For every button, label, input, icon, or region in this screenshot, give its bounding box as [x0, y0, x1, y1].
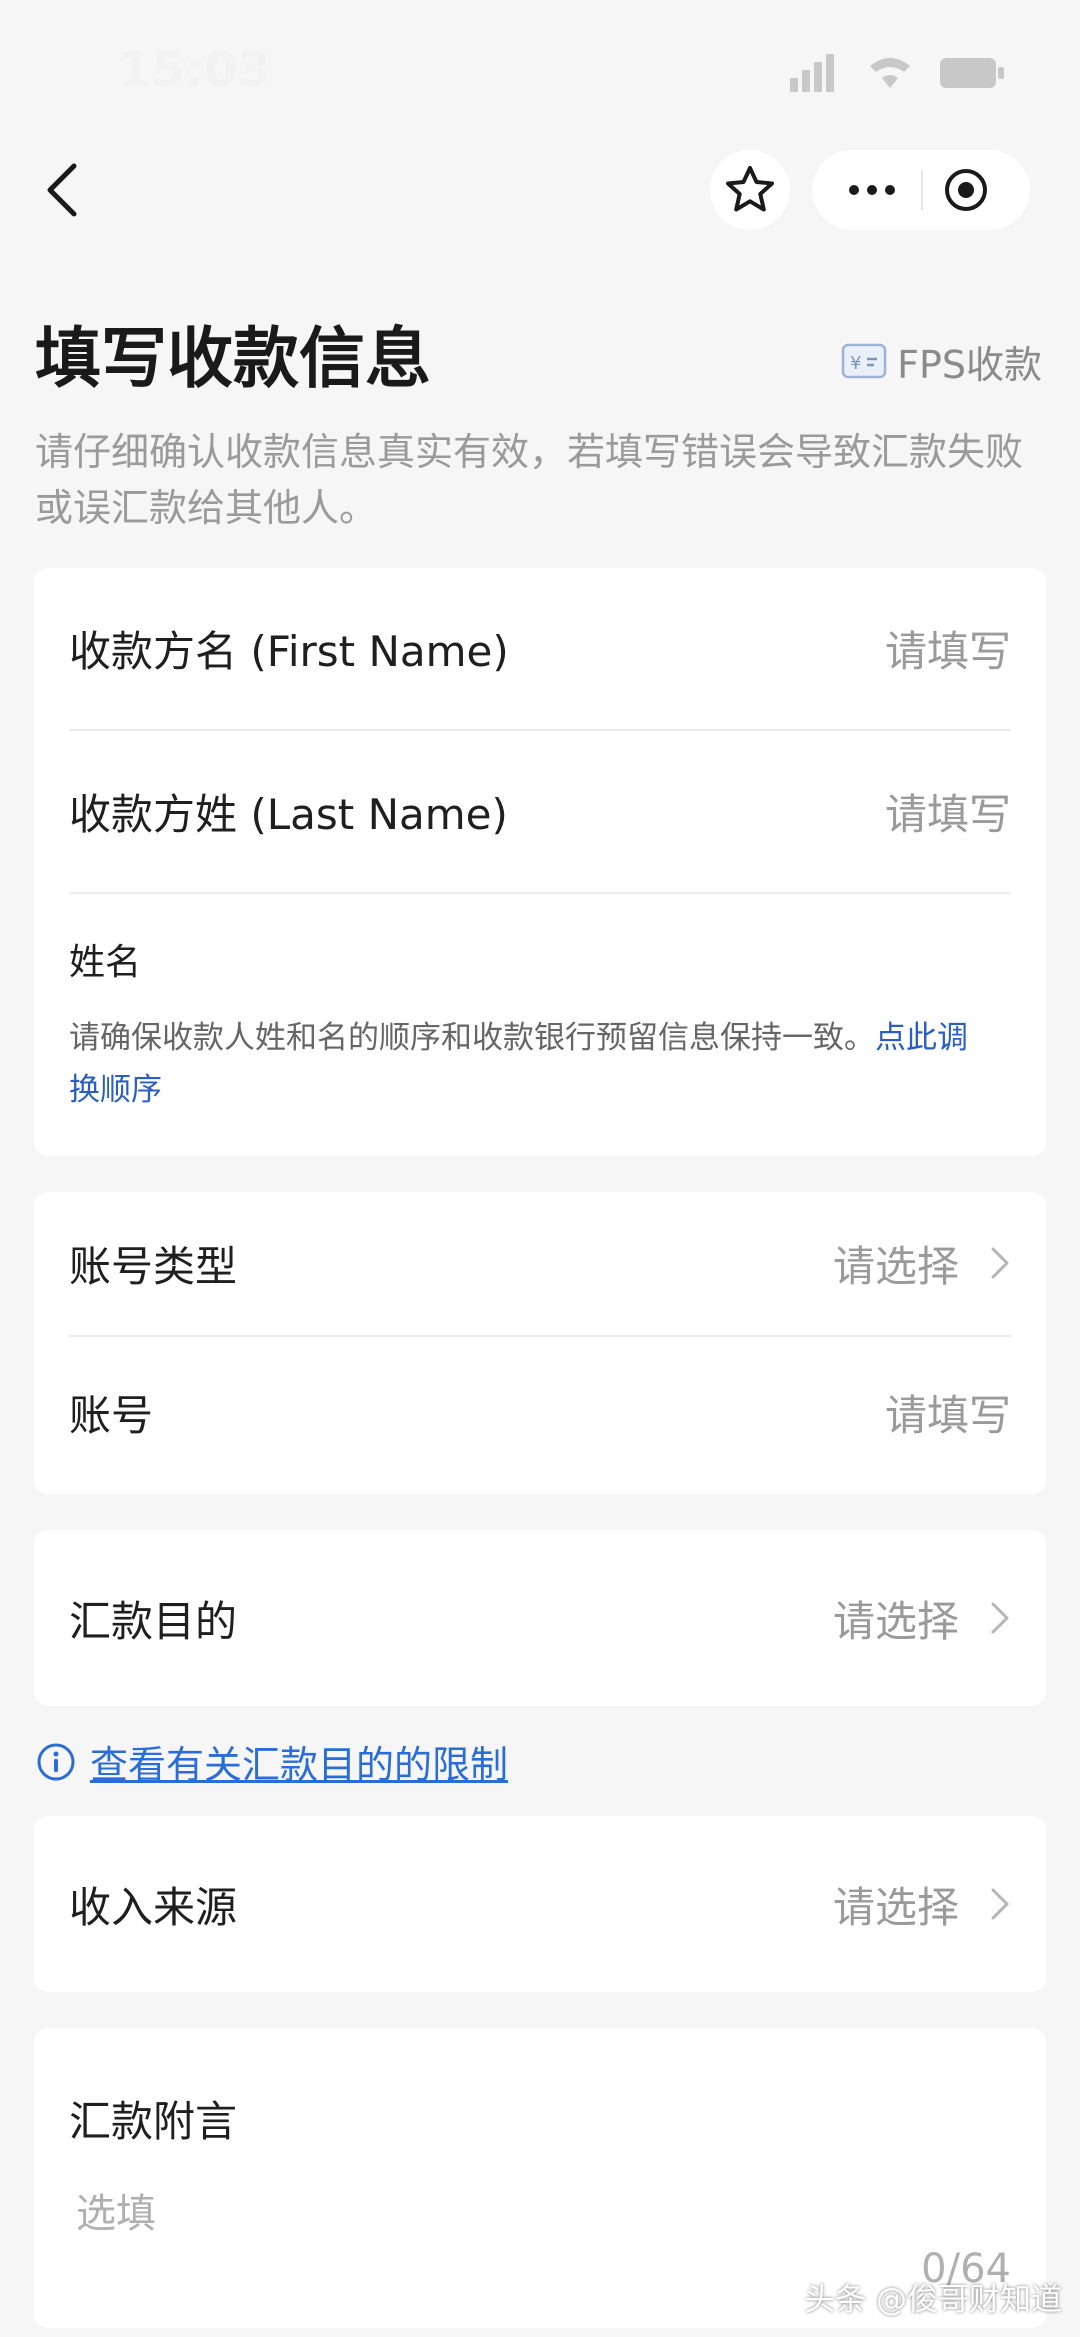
- remark-label: 汇款附言: [69, 2097, 238, 2146]
- account-number-row[interactable]: 账号 请填写: [69, 1337, 1011, 1487]
- last-name-input[interactable]: 请填写: [885, 781, 1011, 842]
- more-icon[interactable]: [832, 168, 912, 212]
- name-order-hint-text: 请确保收款人姓和名的顺序和收款银行预留信息保持一致。: [69, 1020, 875, 1056]
- chevron-right-icon: [991, 1602, 1009, 1634]
- page-title: 填写收款信息: [35, 320, 431, 397]
- svg-text:¥: ¥: [850, 353, 861, 374]
- account-number-input[interactable]: 请填写: [885, 1382, 1011, 1443]
- close-target-icon[interactable]: [942, 166, 990, 214]
- name-card: 收款方名 (First Name) 请填写 收款方姓 (Last Name) 请…: [34, 568, 1046, 1156]
- account-type-select[interactable]: 请选择: [833, 1233, 959, 1294]
- info-icon: [37, 1743, 75, 1780]
- purpose-row[interactable]: 汇款目的 请选择: [69, 1530, 1011, 1706]
- status-bar: 15:03: [0, 0, 1080, 140]
- account-number-label: 账号: [69, 1390, 154, 1440]
- remark-input[interactable]: [74, 2178, 958, 2250]
- back-arrow-icon[interactable]: [34, 150, 94, 230]
- account-card: 账号类型 请选择 账号 请填写: [34, 1192, 1046, 1494]
- chevron-right-icon: [991, 1888, 1009, 1920]
- fps-label: FPS收款: [897, 342, 1042, 387]
- fps-tag: ¥ FPS收款: [841, 336, 1042, 387]
- first-name-row[interactable]: 收款方名 (First Name) 请填写: [69, 568, 1011, 728]
- star-icon: [726, 166, 774, 212]
- intro-text: 请仔细确认收款信息真实有效，若填写错误会导致汇款失败或误汇款给其他人。: [35, 430, 1024, 530]
- purpose-select[interactable]: 请选择: [833, 1588, 959, 1649]
- purpose-limit-link[interactable]: 查看有关汇款目的的限制: [90, 1734, 508, 1789]
- last-name-label: 收款方姓 (Last Name): [69, 789, 508, 839]
- income-source-row[interactable]: 收入来源 请选择: [69, 1816, 1011, 1992]
- mini-program-capsule: [812, 150, 1030, 230]
- account-type-row[interactable]: 账号类型 请选择: [69, 1192, 1011, 1334]
- first-name-input[interactable]: 请填写: [885, 618, 1011, 679]
- income-card: 收入来源 请选择: [34, 1816, 1046, 1992]
- status-time: 15:03: [118, 42, 271, 98]
- name-order-hint: 请确保收款人姓和名的顺序和收款银行预留信息保持一致。点此调换顺序: [69, 1012, 969, 1116]
- favorite-button[interactable]: [710, 150, 790, 230]
- status-icons: [790, 54, 1004, 92]
- purpose-limit-row[interactable]: 查看有关汇款目的的限制: [36, 1734, 508, 1789]
- chevron-right-icon: [991, 1247, 1009, 1279]
- first-name-label: 收款方名 (First Name): [69, 626, 509, 676]
- income-source-label: 收入来源: [69, 1882, 238, 1932]
- capsule-divider: [921, 170, 923, 210]
- account-type-label: 账号类型: [69, 1241, 238, 1291]
- watermark: 头条 @俊哥财知道: [804, 2282, 1062, 2318]
- purpose-card: 汇款目的 请选择: [34, 1530, 1046, 1706]
- divider: [69, 892, 1011, 894]
- fps-payment-icon: ¥: [841, 343, 887, 379]
- purpose-label: 汇款目的: [69, 1596, 238, 1646]
- income-source-select[interactable]: 请选择: [833, 1874, 959, 1935]
- full-name-label: 姓名: [69, 942, 142, 983]
- last-name-row[interactable]: 收款方姓 (Last Name) 请填写: [69, 731, 1011, 891]
